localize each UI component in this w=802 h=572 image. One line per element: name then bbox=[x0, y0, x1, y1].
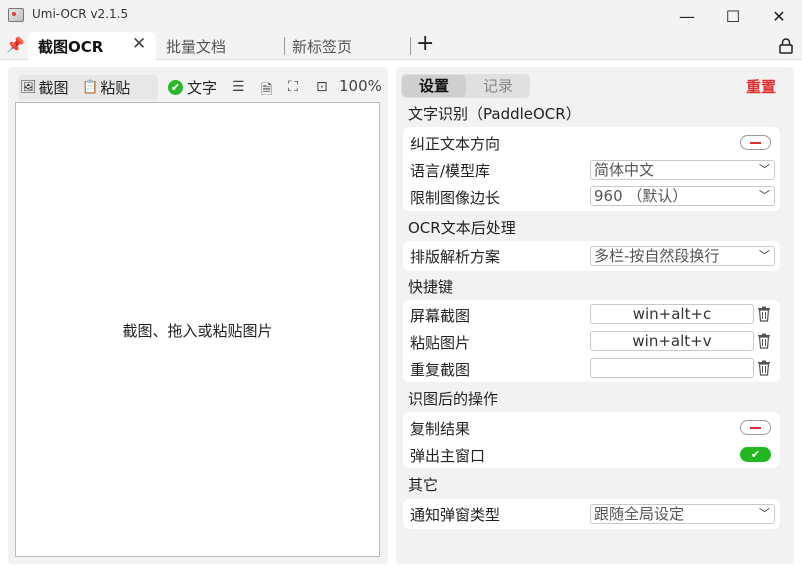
window-title: Umi-OCR v2.1.5 bbox=[32, 7, 129, 21]
text-label: 文字 bbox=[187, 79, 218, 97]
zoom-level: 100% bbox=[339, 77, 382, 95]
hotkeys-card: 屏幕截图 win+alt+c 粘贴图片 win+alt+v 重复截图 bbox=[403, 300, 780, 382]
text-toggle[interactable]: ✔ 文字 bbox=[168, 77, 217, 98]
chevron-down-icon: ﹀ bbox=[759, 163, 770, 176]
notify-type-label: 通知弹窗类型 bbox=[410, 506, 501, 524]
popup-main-toggle[interactable]: ✔ bbox=[740, 447, 771, 462]
section-after-title: 识图后的操作 bbox=[408, 390, 499, 408]
tab-batch-docs[interactable]: 批量文档 bbox=[166, 36, 226, 57]
chevron-down-icon: ﹀ bbox=[759, 189, 770, 202]
minimize-button[interactable]: — bbox=[664, 0, 710, 32]
delete-hk-paste-icon[interactable] bbox=[757, 333, 771, 349]
clipboard-icon: 📋 bbox=[82, 80, 99, 95]
hk-screenshot-label: 屏幕截图 bbox=[410, 307, 471, 325]
section-hotkeys-title: 快捷键 bbox=[408, 278, 454, 296]
image-drop-area[interactable]: 截图、拖入或粘贴图片 bbox=[15, 102, 380, 557]
chevron-down-icon: ﹀ bbox=[759, 507, 770, 520]
copy-result-toggle[interactable] bbox=[740, 420, 771, 435]
other-settings-card: 通知弹窗类型 跟随全局设定 ﹀ bbox=[403, 499, 780, 529]
lock-icon[interactable] bbox=[779, 38, 793, 54]
correct-direction-toggle[interactable] bbox=[740, 135, 771, 150]
limit-side-value: 960 （默认） bbox=[594, 187, 688, 205]
tab-divider bbox=[410, 37, 411, 55]
delete-hk-repeat-icon[interactable] bbox=[757, 360, 771, 376]
settings-panel: 设置 记录 重置 文字识别（PaddleOCR） 纠正文本方向 语言/模型库 简… bbox=[396, 67, 794, 564]
list-icon[interactable]: ☰ bbox=[232, 79, 245, 95]
after-actions-card: 复制结果 弹出主窗口 ✔ bbox=[403, 412, 780, 468]
hk-paste-label: 粘贴图片 bbox=[410, 334, 471, 352]
save-file-icon[interactable]: 🗎 bbox=[261, 79, 272, 103]
add-tab-icon[interactable]: + bbox=[416, 33, 434, 55]
layout-select[interactable]: 多栏-按自然段换行 ﹀ bbox=[590, 246, 775, 266]
section-other-title: 其它 bbox=[408, 476, 439, 494]
language-select[interactable]: 简体中文 ﹀ bbox=[590, 160, 775, 180]
reset-button[interactable]: 重置 bbox=[746, 76, 776, 97]
fit-screen-icon[interactable]: ⛶ bbox=[288, 79, 298, 95]
limit-side-label: 限制图像边长 bbox=[410, 189, 501, 207]
language-value: 简体中文 bbox=[594, 161, 655, 179]
drop-hint: 截图、拖入或粘贴图片 bbox=[122, 322, 273, 340]
tab-records[interactable]: 记录 bbox=[467, 75, 529, 97]
tab-new-tab[interactable]: 新标签页 bbox=[292, 36, 352, 57]
post-settings-card: 排版解析方案 多栏-按自然段换行 ﹀ bbox=[403, 241, 780, 271]
notify-type-value: 跟随全局设定 bbox=[594, 505, 685, 523]
hk-screenshot-input[interactable]: win+alt+c bbox=[590, 304, 754, 324]
tab-bar: 📌 截图OCR ✕ 批量文档 新标签页 + bbox=[0, 32, 802, 60]
section-ocr-title: 文字识别（PaddleOCR） bbox=[408, 105, 581, 123]
correct-direction-label: 纠正文本方向 bbox=[410, 135, 501, 153]
tab-screenshot-ocr[interactable]: 截图OCR ✕ bbox=[28, 32, 156, 60]
pin-icon[interactable]: 📌 bbox=[6, 36, 25, 54]
tab-close-icon[interactable]: ✕ bbox=[132, 34, 146, 54]
ocr-settings-card: 纠正文本方向 语言/模型库 简体中文 ﹀ 限制图像边长 960 （默认） ﹀ bbox=[403, 127, 780, 211]
title-bar: Umi-OCR v2.1.5 — ☐ ✕ bbox=[0, 0, 802, 32]
app-logo-icon bbox=[8, 8, 24, 22]
paste-label: 粘贴 bbox=[100, 79, 131, 97]
chevron-down-icon: ﹀ bbox=[759, 249, 770, 262]
image-icon: 🖼 bbox=[20, 80, 37, 95]
section-post-title: OCR文本后处理 bbox=[408, 219, 516, 237]
delete-hk-screenshot-icon[interactable] bbox=[757, 306, 771, 322]
layout-label: 排版解析方案 bbox=[410, 248, 501, 266]
hk-repeat-input[interactable] bbox=[590, 358, 754, 378]
screenshot-button[interactable]: 🖼 截图 bbox=[20, 77, 69, 98]
left-panel: 🖼 截图 📋 粘贴 ✔ 文字 ☰ 🗎 ⛶ ⊡ 100% 截图、拖入或粘贴图片 bbox=[8, 67, 388, 564]
settings-tab-switch: 设置 记录 bbox=[401, 74, 530, 98]
hk-paste-input[interactable]: win+alt+v bbox=[590, 331, 754, 351]
notify-type-select[interactable]: 跟随全局设定 ﹀ bbox=[590, 504, 775, 524]
tab-divider bbox=[284, 37, 285, 55]
layout-value: 多栏-按自然段换行 bbox=[594, 247, 720, 265]
hk-repeat-label: 重复截图 bbox=[410, 361, 471, 379]
popup-main-label: 弹出主窗口 bbox=[410, 447, 486, 465]
copy-result-label: 复制结果 bbox=[410, 420, 471, 438]
close-window-button[interactable]: ✕ bbox=[756, 0, 802, 32]
language-label: 语言/模型库 bbox=[410, 162, 491, 180]
check-icon: ✔ bbox=[168, 80, 183, 95]
screenshot-label: 截图 bbox=[38, 79, 69, 97]
tab-settings[interactable]: 设置 bbox=[402, 75, 466, 97]
limit-side-select[interactable]: 960 （默认） ﹀ bbox=[590, 186, 775, 206]
maximize-button[interactable]: ☐ bbox=[710, 0, 756, 32]
paste-button[interactable]: 📋 粘贴 bbox=[82, 77, 130, 98]
tab-label: 截图OCR bbox=[38, 38, 104, 56]
original-size-icon[interactable]: ⊡ bbox=[316, 79, 328, 95]
